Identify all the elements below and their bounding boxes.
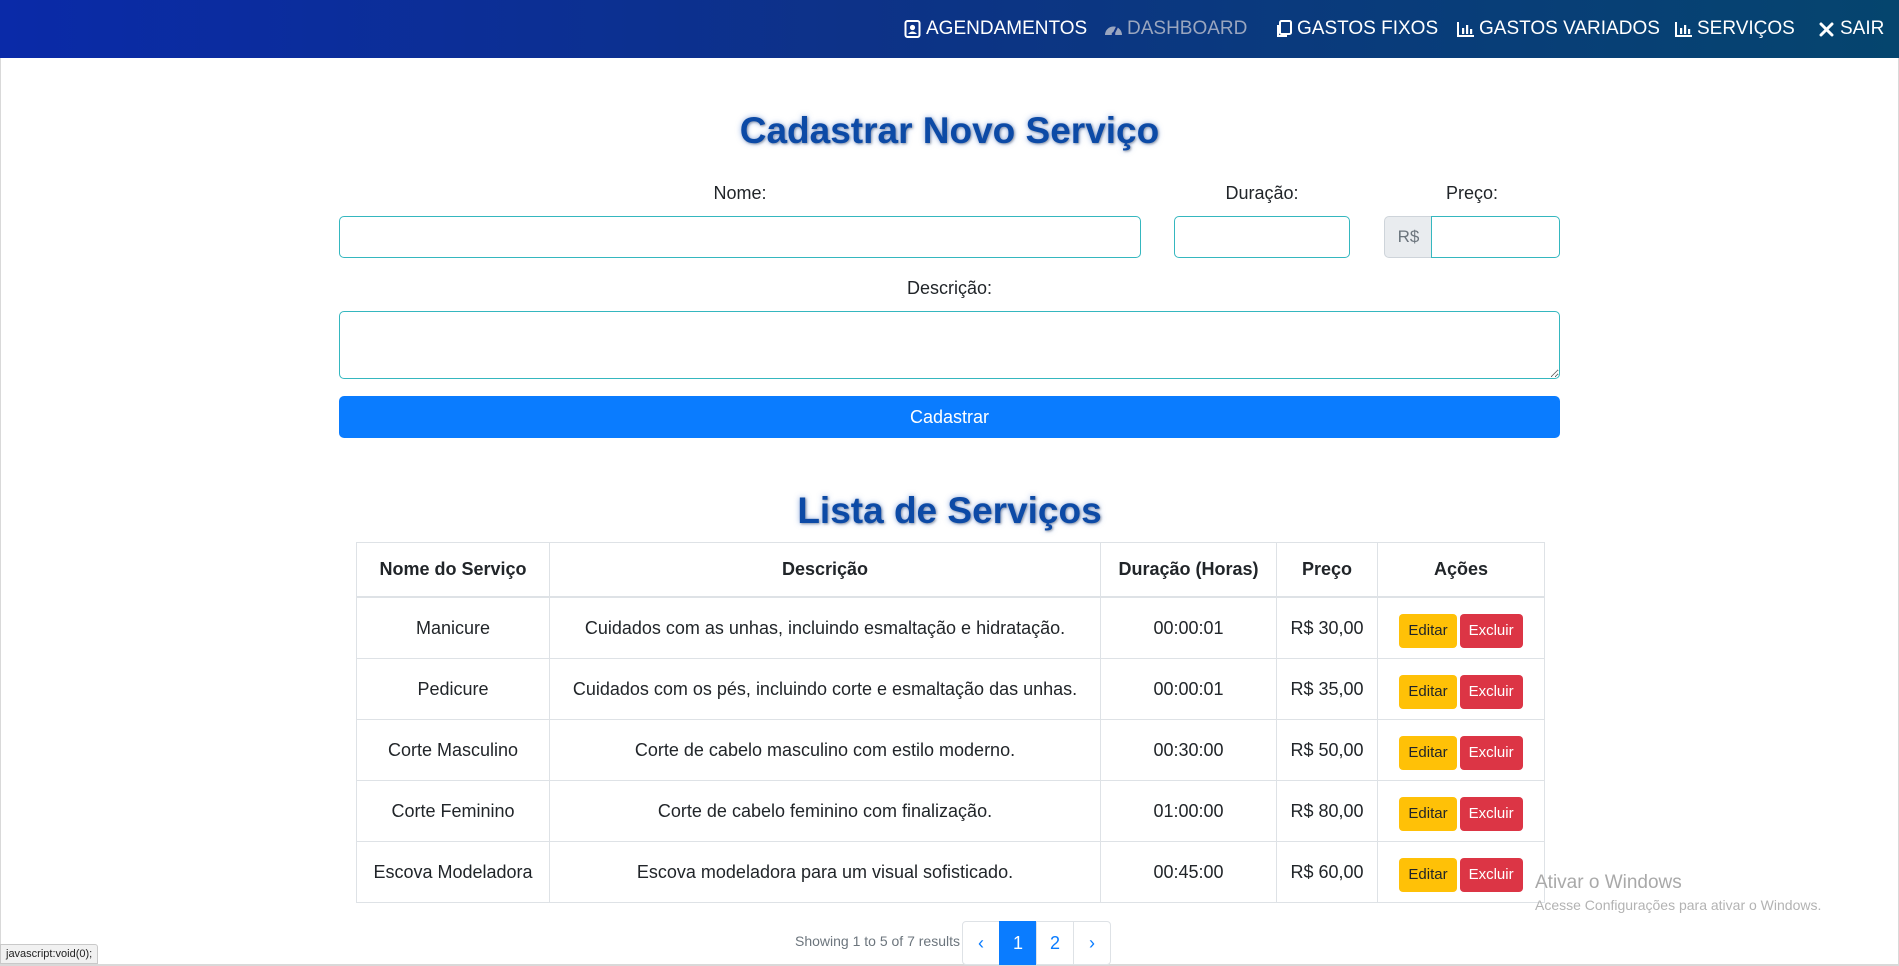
- currency-prefix: R$: [1384, 216, 1432, 258]
- list-title: Lista de Serviços: [797, 490, 1102, 531]
- form-title: Cadastrar Novo Serviço: [739, 110, 1160, 151]
- cell-nome: Corte Masculino: [356, 719, 550, 781]
- cadastrar-button[interactable]: Cadastrar: [339, 396, 1560, 438]
- nome-label: Nome:: [713, 183, 767, 203]
- cell-nome: Corte Feminino: [356, 780, 550, 842]
- nav-sair-label: SAIR: [1840, 18, 1885, 39]
- table-header-row: Nome do Serviço Descrição Duração (Horas…: [356, 542, 1545, 598]
- cell-duracao: 00:00:01: [1100, 596, 1277, 659]
- cell-descricao: Corte de cabelo feminino com finalização…: [549, 780, 1101, 842]
- cell-duracao: 01:00:00: [1100, 780, 1277, 842]
- cell-nome: Manicure: [356, 596, 550, 659]
- edit-button[interactable]: Editar: [1399, 736, 1457, 770]
- windows-activation-title: Ativar o Windows: [1535, 872, 1682, 893]
- address-card-icon: [903, 20, 922, 39]
- cell-duracao: 00:30:00: [1100, 719, 1277, 781]
- cell-acoes: Editar Excluir: [1377, 841, 1545, 903]
- browser-status-url: javascript:void(0);: [0, 944, 99, 964]
- nav-servicos[interactable]: SERVIÇOS: [1674, 0, 1795, 58]
- pagination-summary: Showing 1 to 5 of 7 results: [795, 933, 960, 949]
- gauge-icon: [1104, 20, 1123, 39]
- copy-icon: [1274, 20, 1293, 39]
- cell-acoes: Editar Excluir: [1377, 658, 1545, 720]
- column-header-acoes: Ações: [1377, 542, 1545, 598]
- services-table: Nome do Serviço Descrição Duração (Horas…: [356, 542, 1545, 903]
- cell-duracao: 00:00:01: [1100, 658, 1277, 720]
- edit-button[interactable]: Editar: [1399, 858, 1457, 892]
- nav-dashboard[interactable]: DASHBOARD: [1104, 0, 1247, 58]
- nav-gastos-variados-label: GASTOS VARIADOS: [1479, 18, 1660, 39]
- table-row: Corte Masculino Corte de cabelo masculin…: [356, 719, 1545, 781]
- nav-gastos-variados[interactable]: GASTOS VARIADOS: [1456, 0, 1660, 58]
- cell-preco: R$ 80,00: [1276, 780, 1378, 842]
- column-header-preco: Preço: [1276, 542, 1378, 598]
- bar-chart-icon: [1674, 20, 1693, 39]
- preco-input[interactable]: [1431, 216, 1560, 258]
- delete-button[interactable]: Excluir: [1459, 675, 1523, 709]
- pagination-prev[interactable]: ‹: [962, 921, 1000, 965]
- cell-acoes: Editar Excluir: [1377, 719, 1545, 781]
- delete-button[interactable]: Excluir: [1459, 614, 1523, 648]
- edit-button[interactable]: Editar: [1399, 797, 1457, 831]
- cell-duracao: 00:45:00: [1100, 841, 1277, 903]
- windows-activation-subtitle: Acesse Configurações para ativar o Windo…: [1535, 897, 1822, 913]
- edit-button[interactable]: Editar: [1399, 675, 1457, 709]
- cell-nome: Pedicure: [356, 658, 550, 720]
- nav-agendamentos[interactable]: AGENDAMENTOS: [903, 0, 1087, 58]
- cell-descricao: Escova modeladora para um visual sofisti…: [549, 841, 1101, 903]
- table-row: Manicure Cuidados com as unhas, incluind…: [356, 596, 1545, 659]
- nav-gastos-fixos[interactable]: GASTOS FIXOS: [1274, 0, 1438, 58]
- cell-nome: Escova Modeladora: [356, 841, 550, 903]
- nav-dashboard-label: DASHBOARD: [1127, 18, 1248, 39]
- cell-preco: R$ 50,00: [1276, 719, 1378, 781]
- edit-button[interactable]: Editar: [1399, 614, 1457, 648]
- pagination: ‹ 1 2 ›: [962, 921, 1111, 965]
- preco-label: Preço:: [1445, 183, 1499, 203]
- cell-acoes: Editar Excluir: [1377, 596, 1545, 659]
- column-header-nome: Nome do Serviço: [356, 542, 550, 598]
- cell-acoes: Editar Excluir: [1377, 780, 1545, 842]
- nav-gastos-fixos-label: GASTOS FIXOS: [1297, 18, 1439, 39]
- cell-preco: R$ 35,00: [1276, 658, 1378, 720]
- cell-descricao: Cuidados com os pés, incluindo corte e e…: [549, 658, 1101, 720]
- descricao-textarea[interactable]: [339, 311, 1560, 379]
- cell-preco: R$ 60,00: [1276, 841, 1378, 903]
- nome-input[interactable]: [339, 216, 1141, 258]
- duracao-label: Duração:: [1225, 183, 1299, 203]
- pagination-next[interactable]: ›: [1073, 921, 1111, 965]
- bar-chart-icon: [1456, 20, 1475, 39]
- duracao-input[interactable]: [1174, 216, 1350, 258]
- pagination-page-2[interactable]: 2: [1036, 921, 1074, 965]
- table-row: Escova Modeladora Escova modeladora para…: [356, 841, 1545, 903]
- column-header-duracao: Duração (Horas): [1100, 542, 1277, 598]
- descricao-label: Descrição:: [906, 278, 993, 298]
- table-row: Pedicure Cuidados com os pés, incluindo …: [356, 658, 1545, 720]
- close-icon: [1817, 20, 1836, 39]
- nav-sair[interactable]: SAIR: [1817, 0, 1884, 58]
- top-navbar: AGENDAMENTOS DASHBOARD GASTOS FIXOS GAST…: [0, 0, 1899, 58]
- pagination-page-1[interactable]: 1: [999, 921, 1037, 965]
- delete-button[interactable]: Excluir: [1459, 797, 1523, 831]
- cell-descricao: Cuidados com as unhas, incluindo esmalta…: [549, 596, 1101, 659]
- cell-preco: R$ 30,00: [1276, 596, 1378, 659]
- delete-button[interactable]: Excluir: [1459, 736, 1523, 770]
- cell-descricao: Corte de cabelo masculino com estilo mod…: [549, 719, 1101, 781]
- nav-agendamentos-label: AGENDAMENTOS: [926, 18, 1088, 39]
- table-row: Corte Feminino Corte de cabelo feminino …: [356, 780, 1545, 842]
- column-header-descricao: Descrição: [549, 542, 1101, 598]
- nav-servicos-label: SERVIÇOS: [1697, 18, 1795, 39]
- delete-button[interactable]: Excluir: [1459, 858, 1523, 892]
